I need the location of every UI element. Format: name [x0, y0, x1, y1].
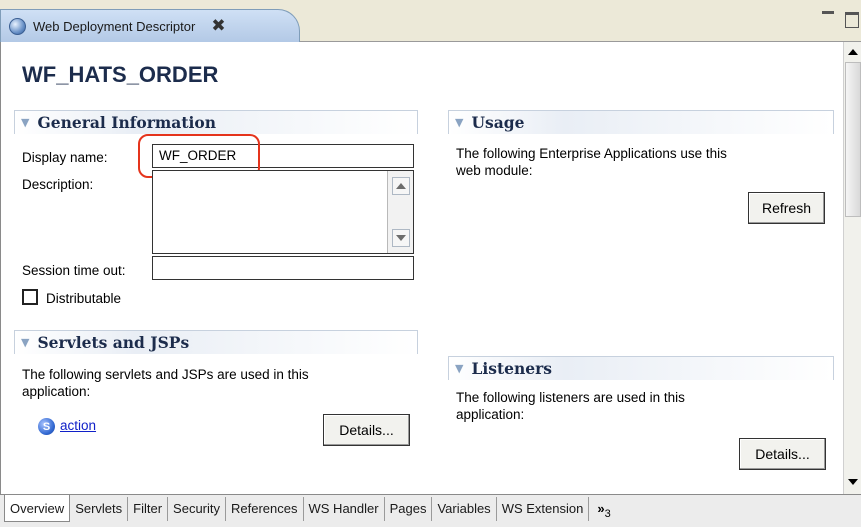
- listeners-title: Listeners: [471, 359, 553, 378]
- display-name-label: Display name:: [22, 150, 108, 165]
- chevron-down-icon[interactable]: ▼: [21, 116, 29, 129]
- tab-references[interactable]: References: [226, 497, 304, 521]
- usage-header[interactable]: ▼ Usage: [448, 110, 834, 134]
- tab-security[interactable]: Security: [168, 497, 227, 521]
- page-title: WF_HATS_ORDER: [22, 62, 219, 87]
- session-timeout-label: Session time out:: [22, 263, 126, 278]
- chevron-down-icon[interactable]: ▼: [21, 336, 29, 349]
- scroll-down-icon[interactable]: [845, 474, 861, 490]
- maximize-icon[interactable]: [845, 12, 859, 28]
- chevron-down-icon[interactable]: ▼: [455, 116, 463, 129]
- servlet-link-action[interactable]: action: [60, 418, 96, 433]
- listeners-details-button[interactable]: Details...: [739, 438, 826, 470]
- tab-ws-handler[interactable]: WS Handler: [304, 497, 385, 521]
- chevron-right-icon: »: [597, 501, 605, 516]
- general-information-title: General Information: [37, 113, 216, 132]
- servlets-description-line2: application:: [22, 384, 91, 399]
- usage-title: Usage: [471, 113, 525, 132]
- editor-tab-bar: Web Deployment Descriptor ✖: [0, 0, 861, 42]
- scrollbar-thumb[interactable]: [845, 62, 861, 217]
- distributable-label: Distributable: [46, 291, 122, 306]
- usage-description-line1: The following Enterprise Applications us…: [456, 146, 727, 161]
- scroll-down-icon[interactable]: [392, 229, 410, 247]
- description-scrollbar[interactable]: [387, 171, 413, 253]
- editor-tab[interactable]: Web Deployment Descriptor ✖: [0, 9, 300, 42]
- servlet-icon: S: [38, 418, 55, 435]
- minimize-icon[interactable]: [822, 4, 834, 14]
- tab-ws-extension[interactable]: WS Extension: [497, 497, 590, 521]
- editor-tab-title: Web Deployment Descriptor: [33, 18, 196, 34]
- tab-overview[interactable]: Overview: [4, 495, 71, 522]
- listeners-description-line1: The following listeners are used in this: [456, 390, 685, 405]
- usage-description-line2: web module:: [456, 163, 533, 178]
- distributable-checkbox[interactable]: [22, 289, 38, 305]
- servlets-details-button[interactable]: Details...: [323, 414, 410, 446]
- chevron-down-icon[interactable]: ▼: [455, 362, 463, 375]
- scroll-up-icon[interactable]: [392, 177, 410, 195]
- bottom-tab-bar: Overview Servlets Filter Security Refere…: [0, 494, 861, 527]
- general-information-header[interactable]: ▼ General Information: [14, 110, 418, 134]
- session-timeout-field[interactable]: [152, 256, 414, 280]
- overflow-count: 3: [604, 508, 611, 520]
- servlets-title: Servlets and JSPs: [37, 333, 190, 352]
- tab-filter[interactable]: Filter: [128, 497, 169, 521]
- description-label: Description:: [22, 177, 94, 192]
- vertical-scrollbar[interactable]: [843, 42, 861, 494]
- listeners-header[interactable]: ▼ Listeners: [448, 356, 834, 380]
- listeners-description-line2: application:: [456, 407, 525, 422]
- globe-icon: [9, 17, 26, 35]
- servlets-header[interactable]: ▼ Servlets and JSPs: [14, 330, 418, 354]
- refresh-button[interactable]: Refresh: [748, 192, 825, 224]
- tab-variables[interactable]: Variables: [432, 497, 497, 521]
- servlets-description-line1: The following servlets and JSPs are used…: [22, 367, 309, 382]
- tab-overflow-button[interactable]: »3: [597, 497, 610, 526]
- tab-servlets[interactable]: Servlets: [70, 497, 129, 521]
- description-field[interactable]: [152, 170, 414, 254]
- close-icon[interactable]: ✖: [211, 17, 225, 35]
- tab-pages[interactable]: Pages: [385, 497, 433, 521]
- scroll-up-icon[interactable]: [845, 44, 861, 60]
